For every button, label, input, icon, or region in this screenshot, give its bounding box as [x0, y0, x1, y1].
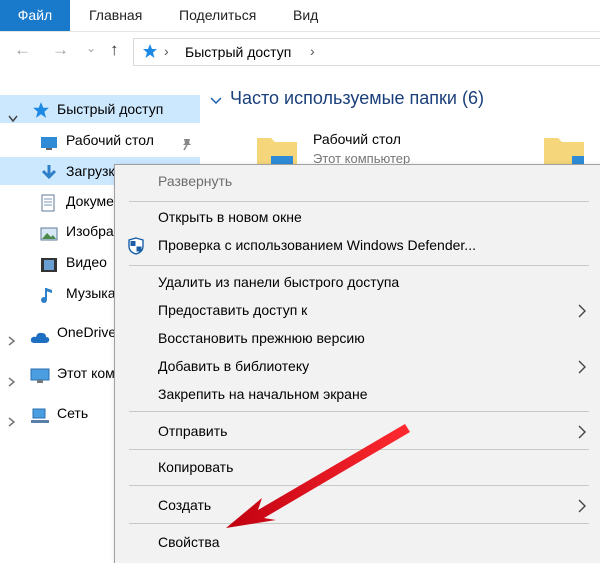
folder-name: Рабочий стол	[313, 131, 401, 147]
breadcrumb[interactable]: Быстрый доступ	[185, 44, 291, 60]
pin-icon[interactable]	[180, 132, 194, 160]
sidebar-item-quick-access[interactable]: Быстрый доступ	[0, 95, 200, 123]
menu-item-label: Удалить из панели быстрого доступа	[158, 274, 400, 290]
quick-access-star-icon	[32, 100, 50, 128]
submenu-arrow-icon	[577, 424, 587, 440]
quick-access-star-icon	[142, 43, 158, 59]
expand-chevron-icon[interactable]	[8, 368, 16, 396]
menu-item-label: Предоставить доступ к	[158, 302, 308, 318]
menu-item-pin-start[interactable]: Закрепить на начальном экране	[115, 381, 600, 409]
tab-view[interactable]: Вид	[293, 0, 318, 31]
forward-button[interactable]: →	[52, 40, 69, 60]
menu-item-label: Создать	[158, 497, 212, 513]
desktop-icon	[40, 132, 58, 150]
music-note-icon	[40, 285, 58, 303]
submenu-arrow-icon	[577, 359, 587, 375]
menu-separator	[129, 485, 589, 486]
folder-tile-desktop[interactable]: Рабочий стол Этот компьютер	[255, 125, 495, 168]
menu-separator	[129, 523, 589, 524]
submenu-arrow-icon	[577, 498, 587, 514]
sidebar-item-label: Быстрый доступ	[57, 101, 164, 117]
menu-separator	[129, 449, 589, 450]
tab-home[interactable]: Главная	[89, 0, 142, 31]
menu-item-windows-defender-scan[interactable]: Проверка с использованием Windows Defend…	[115, 232, 600, 260]
menu-item-unpin-quick-access[interactable]: Удалить из панели быстрого доступа	[115, 269, 600, 297]
menu-item-copy[interactable]: Копировать	[115, 454, 600, 482]
sidebar-item-desktop[interactable]: Рабочий стол	[0, 126, 200, 154]
menu-item-label: Развернуть	[158, 173, 233, 189]
document-icon	[40, 193, 58, 212]
menu-item-label: Отправить	[158, 423, 228, 439]
sidebar-item-label: OneDrive	[57, 324, 117, 340]
video-icon	[40, 254, 58, 272]
computer-monitor-icon	[30, 365, 50, 393]
submenu-arrow-icon	[577, 303, 587, 319]
menu-item-new[interactable]: Создать	[115, 492, 600, 520]
menu-item-add-to-library[interactable]: Добавить в библиотеку	[115, 353, 600, 381]
expand-chevron-icon[interactable]	[8, 408, 16, 436]
menu-item-label: Добавить в библиотеку	[158, 358, 310, 374]
sidebar-item-label: Рабочий стол	[66, 132, 154, 148]
cloud-icon	[30, 325, 50, 353]
menu-item-open-new-window[interactable]: Открыть в новом окне	[115, 204, 600, 232]
menu-item-give-access[interactable]: Предоставить доступ к	[115, 297, 600, 325]
sidebar-item-label: Музыка	[66, 285, 116, 301]
back-button[interactable]: ←	[14, 40, 31, 60]
recent-locations-button[interactable]: ⌄	[86, 38, 96, 58]
sidebar-item-label: Видео	[66, 254, 107, 270]
network-icon	[30, 405, 50, 433]
menu-separator	[129, 201, 589, 202]
group-title[interactable]: Часто используемые папки (6)	[230, 88, 484, 109]
menu-item-restore-previous[interactable]: Восстановить прежнюю версию	[115, 325, 600, 353]
address-bar[interactable]: › Быстрый доступ ›	[133, 38, 600, 66]
menu-item-properties[interactable]: Свойства	[115, 529, 600, 557]
breadcrumb-separator: ›	[164, 43, 169, 59]
context-menu: Развернуть Открыть в новом окне Проверка…	[114, 164, 600, 563]
pictures-icon	[40, 223, 58, 241]
breadcrumb-separator-end: ›	[310, 43, 315, 59]
tab-file[interactable]: Файл	[0, 0, 70, 31]
menu-item-expand[interactable]: Развернуть	[115, 168, 600, 196]
menu-item-label: Свойства	[158, 534, 220, 550]
up-button[interactable]: ↑	[110, 40, 119, 60]
download-arrow-icon	[40, 163, 58, 180]
menu-item-label: Открыть в новом окне	[158, 209, 302, 225]
menu-item-label: Копировать	[158, 459, 234, 475]
menu-separator	[129, 411, 589, 412]
ribbon: Файл Главная Поделиться Вид	[0, 0, 600, 32]
menu-item-send-to[interactable]: Отправить	[115, 418, 600, 446]
expand-chevron-icon[interactable]	[8, 327, 16, 355]
menu-item-label: Закрепить на начальном экране	[158, 386, 368, 402]
group-collapse-chevron-icon[interactable]	[210, 92, 222, 110]
menu-item-label: Проверка с использованием Windows Defend…	[158, 237, 476, 253]
menu-item-label: Восстановить прежнюю версию	[158, 330, 365, 346]
tab-share[interactable]: Поделиться	[179, 0, 256, 31]
windows-defender-shield-icon	[127, 237, 145, 260]
sidebar-item-label: Сеть	[57, 405, 89, 421]
menu-separator	[129, 265, 589, 266]
